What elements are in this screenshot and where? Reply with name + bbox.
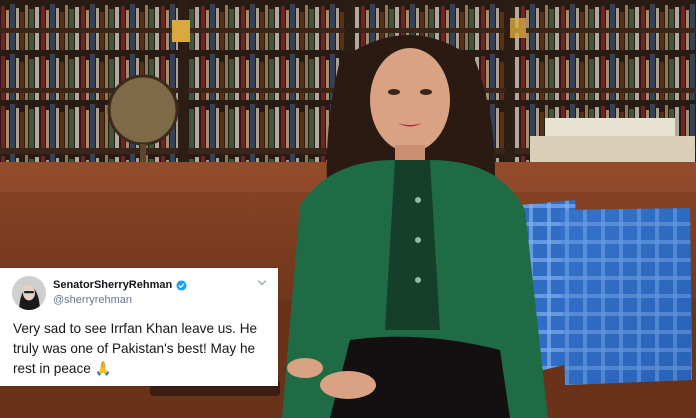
avatar-image xyxy=(12,276,46,310)
verified-badge-icon xyxy=(176,279,187,291)
tweet-text: Very sad to see Irrfan Khan leave us. He… xyxy=(13,321,258,376)
display-name-text[interactable]: SenatorSherryRehman xyxy=(53,279,172,291)
avatar[interactable] xyxy=(12,276,46,310)
tweet-display-name[interactable]: SenatorSherryRehman xyxy=(53,279,187,291)
chevron-down-icon[interactable] xyxy=(256,277,268,289)
tweet-handle[interactable]: @sherryrehman xyxy=(53,294,132,306)
tweet-card[interactable]: SenatorSherryRehman @sherryrehman Very s… xyxy=(0,268,278,386)
